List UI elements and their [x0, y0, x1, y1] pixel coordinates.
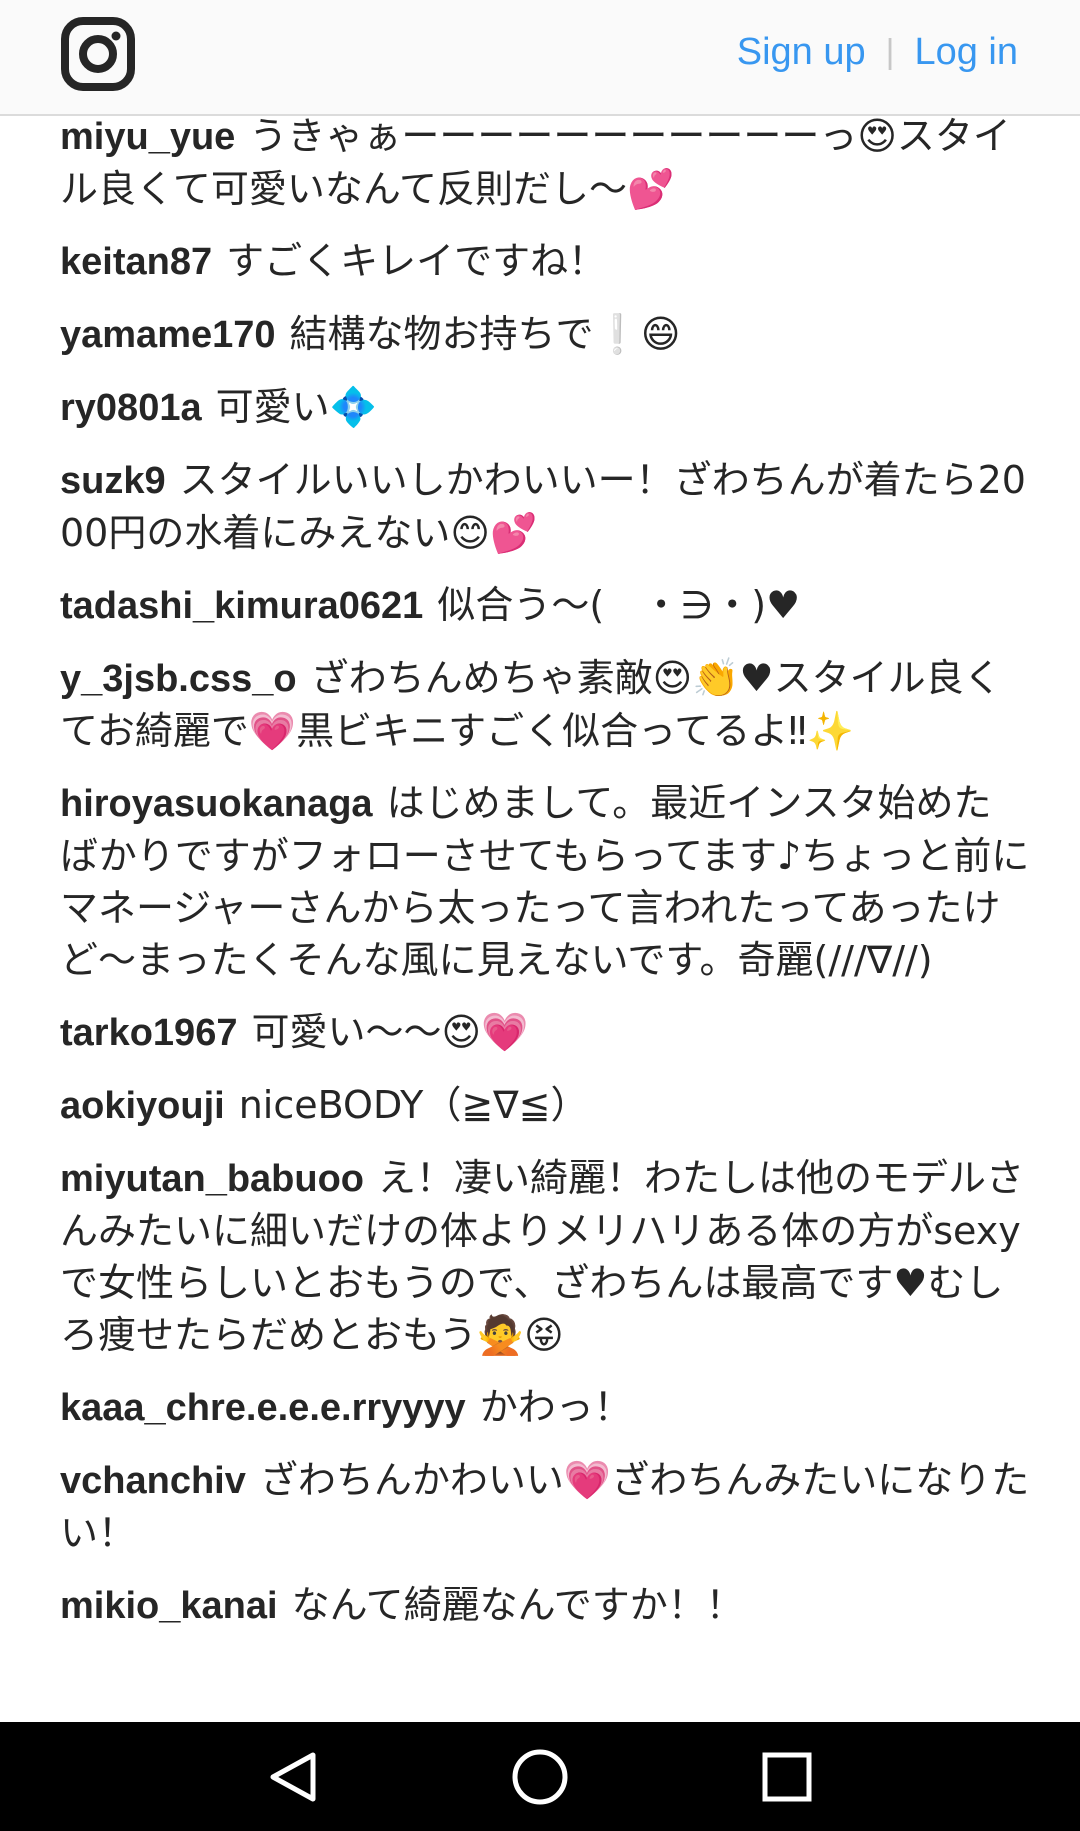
log-in-link[interactable]: Log in — [914, 31, 1018, 74]
comment-username[interactable]: tarko1967 — [60, 1012, 237, 1054]
comment-text: 可愛い💠 — [215, 385, 377, 429]
comment-item: hiroyasuokanaga はじめまして。最近インスタ始めたばかりですがフォロ… — [60, 777, 1030, 986]
home-button[interactable] — [505, 1742, 575, 1812]
comment-item: tarko1967 可愛い〜〜😍💗 — [60, 1006, 1030, 1059]
recents-button[interactable] — [752, 1742, 822, 1812]
comment-username[interactable]: tadashi_kimura0621 — [60, 585, 423, 627]
top-header: Sign up | Log in — [0, 0, 1080, 116]
comment-item: y_3jsb.css_o ざわちんめちゃ素敵😍👏♥スタイル良くてお綺麗で💗黒ビキニ… — [60, 652, 1030, 757]
comment-username[interactable]: mikio_kanai — [60, 1585, 278, 1627]
comment-list[interactable]: miyu_yue うきゃぁーーーーーーーーーーーっ😍スタイル良くて可愛いなんて反則… — [60, 110, 1030, 1720]
comment-text: 可愛い〜〜😍💗 — [251, 1010, 529, 1054]
back-button[interactable] — [258, 1742, 328, 1812]
instagram-comments-screen: Sign up | Log in miyu_yue うきゃぁーーーーーーーーーーー… — [0, 0, 1080, 1831]
auth-links: Sign up | Log in — [737, 26, 1018, 78]
back-triangle-icon — [270, 1752, 316, 1801]
comment-text: niceBODY（≧∇≦） — [238, 1083, 589, 1127]
comment-username[interactable]: suzk9 — [60, 460, 166, 502]
comment-item: miyutan_babuoo え！凄い綺麗！わたしは他のモデルさんみたいに細いだけ… — [60, 1152, 1030, 1361]
system-nav-bar — [0, 1722, 1080, 1831]
comment-item: keitan87 すごくキレイですね！ — [60, 235, 1030, 288]
comment-username[interactable]: kaaa_chre.e.e.e.rryyyy — [60, 1387, 466, 1429]
comment-username[interactable]: miyu_yue — [60, 116, 235, 158]
comment-username[interactable]: hiroyasuokanaga — [60, 783, 373, 825]
recents-square-icon — [762, 1752, 812, 1801]
comment-username[interactable]: miyutan_babuoo — [60, 1158, 364, 1200]
comment-text: すごくキレイですね！ — [226, 239, 607, 283]
comment-item: kaaa_chre.e.e.e.rryyyy かわっ！ — [60, 1381, 1030, 1434]
comment-text: かわっ！ — [479, 1385, 632, 1429]
comment-item: vchanchiv ざわちんかわいい💗ざわちんみたいになりたい！ — [60, 1454, 1030, 1559]
comment-username[interactable]: yamame170 — [60, 314, 276, 356]
comment-item: ry0801a 可愛い💠 — [60, 381, 1030, 434]
home-circle-icon — [512, 1749, 568, 1804]
comment-item: aokiyouji niceBODY（≧∇≦） — [60, 1079, 1030, 1132]
instagram-camera-icon[interactable] — [60, 16, 136, 92]
comment-username[interactable]: aokiyouji — [60, 1085, 225, 1127]
comment-username[interactable]: keitan87 — [60, 241, 212, 283]
comment-text: スタイルいいしかわいいー！ざわちんが着たら2000円の水着にみえない😊💕 — [60, 458, 1026, 555]
comment-username[interactable]: vchanchiv — [60, 1460, 246, 1502]
sign-up-link[interactable]: Sign up — [737, 31, 866, 74]
comment-item: miyu_yue うきゃぁーーーーーーーーーーーっ😍スタイル良くて可愛いなんて反則… — [60, 110, 1030, 215]
comment-text: なんて綺麗なんですか！！ — [291, 1583, 744, 1627]
comment-item: mikio_kanai なんて綺麗なんですか！！ — [60, 1579, 1030, 1632]
comment-text: 結構な物お持ちで❕😄 — [289, 312, 681, 356]
comment-username[interactable]: y_3jsb.css_o — [60, 658, 297, 700]
comment-item: tadashi_kimura0621 似合う〜( ・∋・)♥ — [60, 579, 1030, 632]
comment-text: 似合う〜( ・∋・)♥ — [437, 583, 801, 627]
comment-username[interactable]: ry0801a — [60, 387, 202, 429]
comment-item: suzk9 スタイルいいしかわいいー！ざわちんが着たら2000円の水着にみえない😊… — [60, 454, 1030, 559]
comment-item: yamame170 結構な物お持ちで❕😄 — [60, 308, 1030, 361]
link-separator: | — [885, 32, 895, 71]
